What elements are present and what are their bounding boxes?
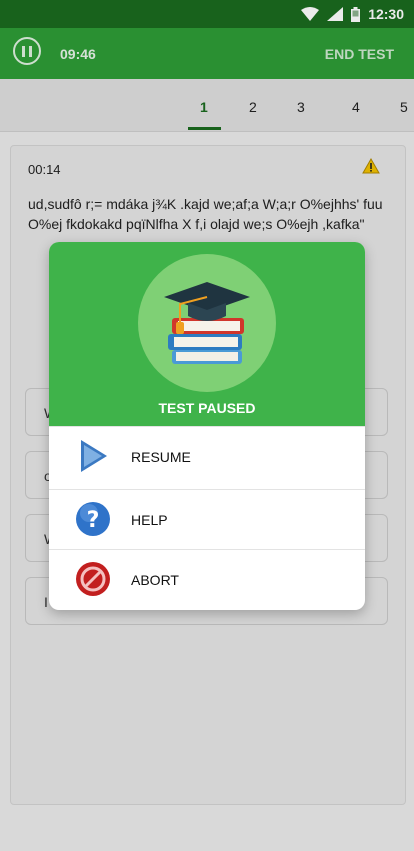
resume-button[interactable]: RESUME bbox=[49, 426, 365, 486]
dialog-header: TEST PAUSED bbox=[49, 242, 365, 426]
resume-label: RESUME bbox=[131, 449, 191, 465]
abort-label: ABORT bbox=[131, 572, 179, 588]
icon-circle bbox=[138, 254, 276, 392]
play-icon bbox=[81, 440, 107, 472]
dialog-title: TEST PAUSED bbox=[158, 400, 256, 416]
help-label: HELP bbox=[131, 512, 168, 528]
help-icon: ? bbox=[76, 502, 110, 536]
test-paused-dialog: TEST PAUSED RESUME ? HELP ABORT bbox=[49, 242, 365, 610]
graduation-books-icon bbox=[164, 282, 250, 364]
abort-icon bbox=[76, 562, 110, 596]
abort-button[interactable]: ABORT bbox=[49, 549, 365, 609]
help-button[interactable]: ? HELP bbox=[49, 489, 365, 549]
svg-text:?: ? bbox=[87, 508, 100, 533]
